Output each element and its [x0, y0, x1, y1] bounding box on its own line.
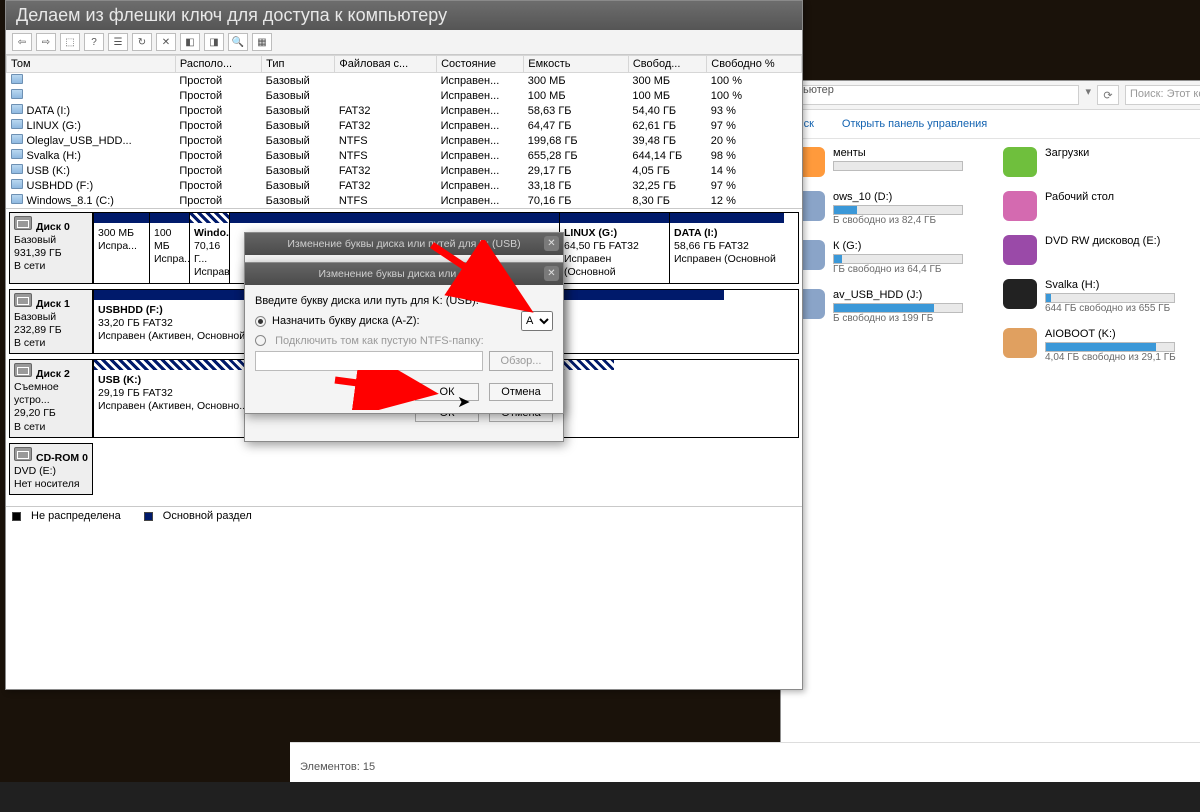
close-icon[interactable]: ✕	[544, 266, 559, 281]
disk-label[interactable]: CD-ROM 0DVD (E:)Нет носителя	[9, 443, 93, 495]
disk-icon	[14, 363, 32, 377]
table-row[interactable]: DATA (I:)ПростойБазовыйFAT32Исправен...5…	[7, 103, 802, 118]
explorer-linkbar: диск Открыть панель управления	[781, 110, 1200, 139]
back-icon[interactable]: ⇦	[12, 33, 32, 51]
drive-icon	[11, 194, 23, 204]
partition[interactable]: 300 МБИспра...	[94, 213, 149, 283]
table-row[interactable]: Svalka (H:)ПростойБазовыйNTFSИсправен...…	[7, 148, 802, 163]
action2-icon[interactable]: ◨	[204, 33, 224, 51]
mount-path-field	[255, 351, 483, 371]
up-icon[interactable]: ⬚	[60, 33, 80, 51]
explorer-title-fragment: ьютер	[803, 84, 843, 100]
drive-icon	[11, 134, 23, 144]
action1-icon[interactable]: ◧	[180, 33, 200, 51]
drive-item[interactable]: К (G:)ГБ свободно из 64,4 ГБ	[791, 240, 963, 275]
dialog-change-letter: Изменение буквы диска или путe... ✕ Введ…	[244, 262, 564, 414]
drive-icon	[1003, 279, 1037, 309]
dialog-title: Изменение буквы диска или путe...	[251, 268, 557, 280]
table-row[interactable]: USB (K:)ПростойБазовыйFAT32Исправен...29…	[7, 163, 802, 178]
drive-item[interactable]: Рабочий стол	[1003, 191, 1176, 221]
drive-item[interactable]: Svalka (H:)644 ГБ свободно из 655 ГБ	[1003, 279, 1176, 314]
statusbar: Элементов: 15	[290, 742, 1200, 782]
drive-icon	[11, 149, 23, 159]
drive-icon	[11, 164, 23, 174]
refresh-icon[interactable]: ⟳	[1097, 85, 1119, 105]
partition[interactable]: LINUX (G:)64,50 ГБ FAT32Исправен (Основн…	[559, 213, 669, 283]
volume-table[interactable]: Том Располо... Тип Файловая с... Состоян…	[6, 55, 802, 208]
delete-icon[interactable]: ✕	[156, 33, 176, 51]
close-icon[interactable]: ✕	[544, 236, 559, 251]
disk-label[interactable]: Диск 2Съемное устро...29,20 ГБВ сети	[9, 359, 93, 438]
drive-icon	[1003, 147, 1037, 177]
link-control-panel[interactable]: Открыть панель управления	[842, 118, 987, 130]
disk-label[interactable]: Диск 0Базовый931,39 ГБВ сети	[9, 212, 93, 284]
ok-button[interactable]: ОК	[415, 383, 479, 401]
drive-item[interactable]: Загрузки	[1003, 147, 1176, 177]
drive-icon	[1003, 328, 1037, 358]
search-input[interactable]: Поиск: Этот ко...	[1125, 85, 1200, 105]
layout-icon[interactable]: ▦	[252, 33, 272, 51]
drive-item[interactable]: av_USB_HDD (J:)Б свободно из 199 ГБ	[791, 289, 963, 324]
drive-icon	[1003, 191, 1037, 221]
disk-icon	[14, 447, 32, 461]
drive-item[interactable]: ows_10 (D:)Б свободно из 82,4 ГБ	[791, 191, 963, 226]
disk-icon	[14, 293, 32, 307]
drive-icon	[11, 179, 23, 189]
radio-assign-letter[interactable]	[255, 316, 266, 327]
partition[interactable]: Windo...70,16 Г...Исправ...	[189, 213, 229, 283]
table-row[interactable]: ПростойБазовыйИсправен...100 МБ100 МБ100…	[7, 88, 802, 103]
dialog-prompt: Введите букву диска или путь для K: (USB…	[255, 295, 553, 307]
drive-item[interactable]: AIOBOOT (K:)4,04 ГБ свободно из 29,1 ГБ	[1003, 328, 1176, 363]
zoom-icon[interactable]: 🔍	[228, 33, 248, 51]
table-row[interactable]: Oleglav_USB_HDD...ПростойБазовыйNTFSИспр…	[7, 133, 802, 148]
legend: Не распределена Основной раздел	[6, 506, 802, 525]
help-icon[interactable]: ?	[84, 33, 104, 51]
page-title: Делаем из флешки ключ для доступа к комп…	[6, 1, 802, 30]
table-row[interactable]: USBHDD (F:)ПростойБазовыйFAT32Исправен..…	[7, 178, 802, 193]
taskbar[interactable]	[0, 782, 1200, 812]
partition[interactable]: 100 МБИспра...	[149, 213, 189, 283]
cancel-button[interactable]: Отмена	[489, 383, 553, 401]
table-row[interactable]: ПростойБазовыйИсправен...300 МБ300 МБ100…	[7, 73, 802, 89]
refresh-icon[interactable]: ↻	[132, 33, 152, 51]
table-header[interactable]: Том Располо... Тип Файловая с... Состоян…	[7, 56, 802, 73]
list-icon[interactable]: ☰	[108, 33, 128, 51]
explorer-toolbar: ▾ ⟳ Поиск: Этот ко...	[781, 81, 1200, 110]
drive-item[interactable]: DVD RW дисковод (E:)	[1003, 235, 1176, 265]
disk-row: CD-ROM 0DVD (E:)Нет носителя	[9, 443, 799, 495]
browse-button: Обзор...	[489, 351, 553, 371]
disk-label[interactable]: Диск 1Базовый232,89 ГБВ сети	[9, 289, 93, 355]
explorer-window: ▾ ⟳ Поиск: Этот ко... диск Открыть панел…	[780, 80, 1200, 770]
drive-item[interactable]: менты	[791, 147, 963, 177]
forward-icon[interactable]: ⇨	[36, 33, 56, 51]
main-toolbar: ⇦ ⇨ ⬚ ? ☰ ↻ ✕ ◧ ◨ 🔍 ▦	[6, 30, 802, 55]
drive-icon	[11, 89, 23, 99]
dialog-title: Изменение буквы диска или путей для K: (…	[251, 238, 557, 250]
partition[interactable]: DATA (I:)58,66 ГБ FAT32Исправен (Основно…	[669, 213, 784, 283]
disk-icon	[14, 216, 32, 230]
drive-letter-select[interactable]: A	[521, 311, 553, 331]
radio-mount-folder[interactable]	[255, 335, 266, 346]
table-row[interactable]: LINUX (G:)ПростойБазовыйFAT32Исправен...…	[7, 118, 802, 133]
drive-icon	[11, 74, 23, 84]
drive-icon	[1003, 235, 1037, 265]
drive-icon	[11, 104, 23, 114]
table-row[interactable]: Windows_8.1 (C:)ПростойБазовыйNTFSИсправ…	[7, 193, 802, 208]
drive-icon	[11, 119, 23, 129]
